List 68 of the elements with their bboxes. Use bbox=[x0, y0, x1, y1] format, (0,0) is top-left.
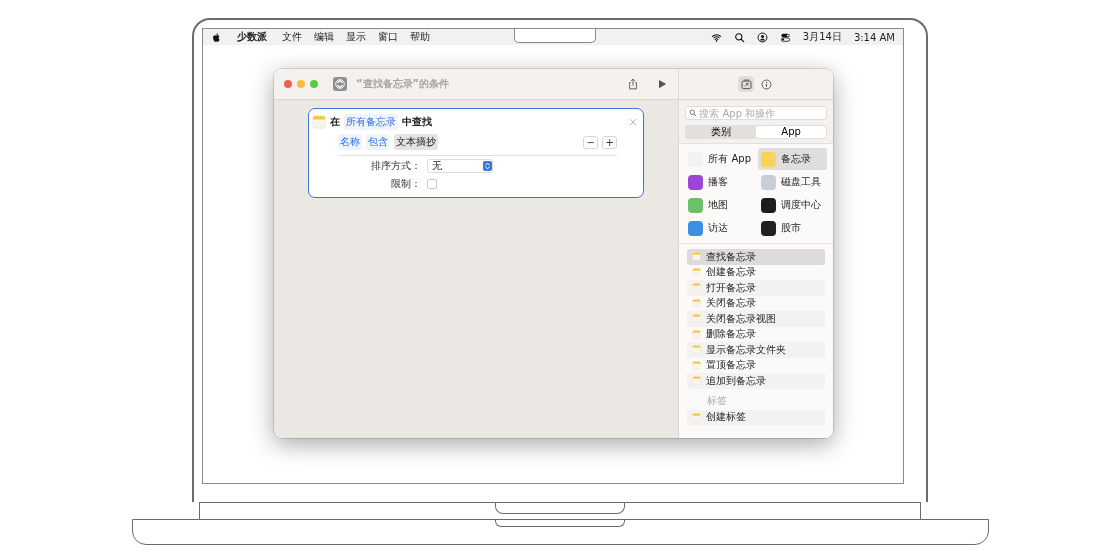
app-item[interactable]: 备忘录 bbox=[758, 148, 827, 170]
chevron-icon bbox=[483, 161, 492, 171]
close-button[interactable] bbox=[284, 80, 292, 88]
notes-icon bbox=[692, 345, 702, 355]
window-title: “查找备忘录”的条件 bbox=[356, 77, 450, 91]
menu-item[interactable]: 编辑 bbox=[314, 30, 334, 44]
library-tab[interactable] bbox=[738, 76, 755, 92]
source-token[interactable]: 所有备忘录 bbox=[344, 113, 398, 130]
app-item[interactable]: 播客 bbox=[685, 171, 755, 193]
notes-icon bbox=[692, 267, 702, 277]
value-token[interactable]: 文本摘抄 bbox=[394, 134, 438, 150]
action-item[interactable]: 追加到备忘录 bbox=[687, 373, 825, 389]
action-text: 中查找 bbox=[402, 114, 432, 129]
search-icon bbox=[689, 109, 698, 117]
parameter-token[interactable]: 包含 bbox=[366, 134, 390, 150]
notes-icon bbox=[692, 314, 702, 324]
action-text: 在 bbox=[330, 114, 340, 129]
action-item[interactable]: 显示备忘录文件夹 bbox=[687, 342, 825, 358]
action-item[interactable]: 创建备忘录 bbox=[687, 264, 825, 280]
sort-popup[interactable]: 无 bbox=[427, 159, 493, 173]
shortcut-icon bbox=[333, 77, 347, 91]
menu-item[interactable]: 文件 bbox=[282, 30, 302, 44]
action-item[interactable]: 置顶备忘录 bbox=[687, 357, 825, 373]
notes-icon bbox=[312, 114, 326, 129]
app-item[interactable]: 所有 App bbox=[685, 148, 755, 170]
app-menu[interactable]: 少数派 bbox=[234, 29, 270, 48]
app-item[interactable]: 地图 bbox=[685, 194, 755, 216]
notes-icon bbox=[692, 283, 702, 293]
action-library-icon bbox=[740, 78, 752, 90]
control-center-icon[interactable] bbox=[779, 31, 791, 43]
action-item[interactable]: 查找备忘录 bbox=[687, 249, 825, 265]
action-item[interactable]: 打开备忘录 bbox=[687, 280, 825, 296]
action-item[interactable]: 删除备忘录 bbox=[687, 326, 825, 342]
menu-time: 3:14 AM bbox=[853, 31, 895, 43]
segment-tab[interactable]: App bbox=[756, 126, 826, 138]
limit-checkbox[interactable] bbox=[427, 179, 437, 189]
info-tab[interactable] bbox=[758, 76, 775, 92]
apple-icon[interactable] bbox=[211, 31, 222, 43]
share-icon[interactable] bbox=[627, 78, 640, 90]
notes-icon bbox=[692, 412, 702, 422]
remove-button[interactable]: − bbox=[583, 135, 599, 149]
app-item[interactable]: 磁盘工具 bbox=[758, 171, 827, 193]
action-item[interactable]: 关闭备忘录视图 bbox=[687, 311, 825, 327]
parameter-token[interactable]: 名称 bbox=[338, 134, 362, 150]
app-item[interactable]: 股市 bbox=[758, 217, 827, 239]
menu-item[interactable]: 窗口 bbox=[378, 30, 398, 44]
notes-icon bbox=[692, 252, 702, 262]
notes-icon bbox=[692, 298, 702, 308]
wifi-icon[interactable] bbox=[710, 31, 722, 43]
menu-item[interactable]: 帮助 bbox=[410, 30, 430, 44]
field-label: 排序方式： bbox=[370, 159, 421, 173]
segment-tab[interactable]: 类别 bbox=[686, 126, 757, 138]
action-item[interactable]: 创建标签 bbox=[687, 409, 825, 425]
notes-icon bbox=[692, 360, 702, 370]
menu-date: 3月14日 bbox=[802, 30, 842, 44]
section-label: 标签 bbox=[706, 393, 729, 408]
user-icon[interactable] bbox=[756, 31, 768, 43]
info-icon bbox=[760, 78, 772, 90]
field-label: 限制： bbox=[390, 177, 421, 191]
app-item[interactable]: 访达 bbox=[685, 217, 755, 239]
action-item[interactable]: 关闭备忘录 bbox=[687, 295, 825, 311]
notes-icon bbox=[692, 329, 702, 339]
search-icon[interactable] bbox=[733, 31, 745, 43]
app-item[interactable]: 调度中心 bbox=[758, 194, 827, 216]
menu-item[interactable]: 显示 bbox=[346, 30, 366, 44]
notes-icon bbox=[692, 376, 702, 386]
add-button[interactable]: + bbox=[602, 135, 618, 149]
search-field[interactable]: 搜索 App 和操作 bbox=[685, 106, 827, 120]
